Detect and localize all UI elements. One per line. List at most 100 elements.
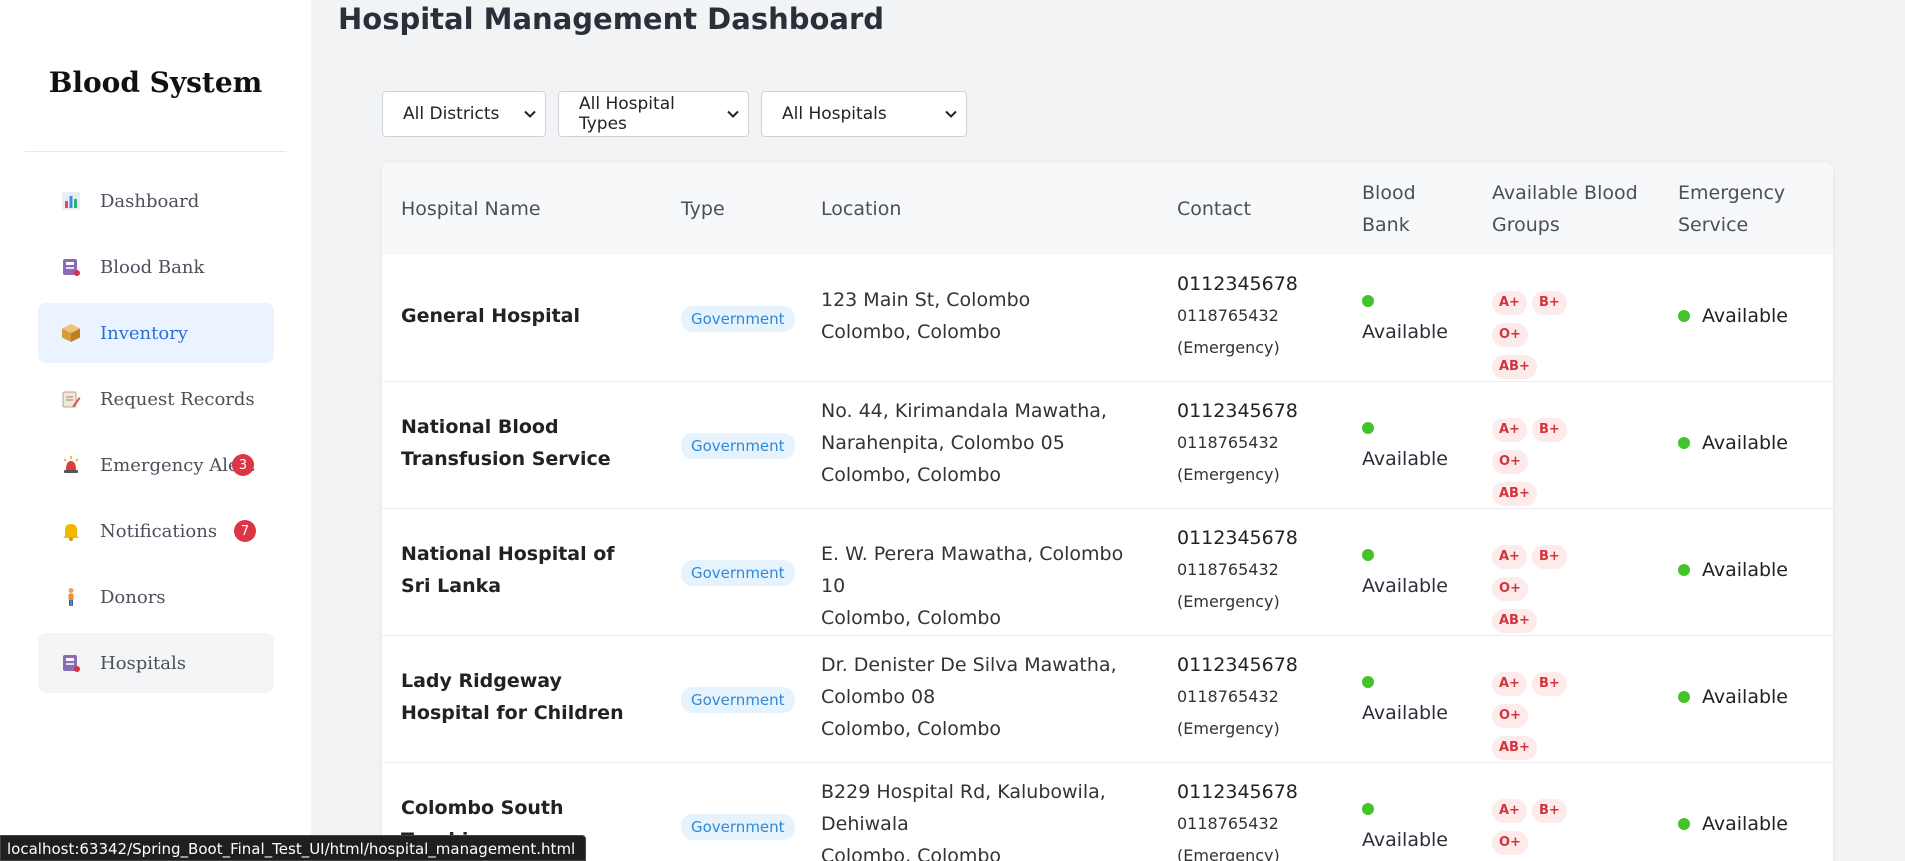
blood-group-pill: O+ bbox=[1492, 831, 1528, 855]
type-badge: Government bbox=[681, 687, 795, 713]
emergency-count-badge: 3 bbox=[232, 454, 254, 476]
contact-emergency-phone: 0118765432 bbox=[1177, 560, 1279, 579]
blood-bank-cell: Available bbox=[1362, 665, 1472, 729]
location-city: Colombo, Colombo bbox=[821, 607, 1002, 629]
table-row[interactable]: General Hospital Government 123 Main St, C… bbox=[382, 255, 1833, 382]
sidebar-item-label: Notifications bbox=[100, 520, 218, 542]
location-cell: E. W. Perera Mawatha, Colombo 10 Colombo,… bbox=[821, 538, 1151, 634]
sidebar: Blood System Dashboard Blood Bank Invent… bbox=[0, 0, 311, 861]
contact-emergency-phone: 0118765432 bbox=[1177, 306, 1279, 325]
emergency-service-status: Available bbox=[1702, 305, 1789, 327]
type-cell: Government bbox=[681, 556, 795, 588]
sidebar-item-notifications[interactable]: Notifications 7 bbox=[38, 501, 274, 561]
district-filter-select[interactable]: All Districts bbox=[382, 91, 546, 137]
sidebar-item-donors[interactable]: Donors bbox=[38, 567, 274, 627]
blood-group-pill: AB+ bbox=[1492, 609, 1537, 633]
emergency-service-cell: Available bbox=[1678, 554, 1788, 586]
sidebar-item-label: Request Records bbox=[100, 388, 255, 410]
status-dot-icon bbox=[1678, 310, 1690, 322]
blood-group-pill: B+ bbox=[1531, 799, 1567, 823]
blood-group-pill: B+ bbox=[1531, 672, 1567, 696]
sidebar-divider bbox=[25, 151, 286, 152]
table-row[interactable]: National Blood Transfusion Service Govern… bbox=[382, 382, 1833, 509]
emergency-service-status: Available bbox=[1702, 432, 1789, 454]
blood-group-pill: AB+ bbox=[1492, 736, 1537, 760]
table-header: Hospital Name Type Location Contact Bloo… bbox=[382, 162, 1833, 255]
table-body: General Hospital Government 123 Main St, C… bbox=[382, 255, 1833, 861]
contact-phone: 0112345678 bbox=[1177, 781, 1298, 803]
location-address: E. W. Perera Mawatha, Colombo 10 bbox=[821, 543, 1124, 597]
contact-phone: 0112345678 bbox=[1177, 654, 1298, 676]
location-cell: 123 Main St, Colombo Colombo, Colombo bbox=[821, 284, 1151, 348]
column-header-blood-groups: Available Blood Groups bbox=[1492, 181, 1638, 236]
sidebar-item-inventory[interactable]: Inventory bbox=[38, 303, 274, 363]
brand-title: Blood System bbox=[48, 66, 263, 99]
sidebar-item-hospitals[interactable]: Hospitals bbox=[38, 633, 274, 693]
table-row[interactable]: Colombo South TeachingGovernmentB229 Hos… bbox=[382, 763, 1833, 861]
hospital-name: National Hospital of Sri Lanka bbox=[401, 543, 615, 597]
blood-group-pill: A+ bbox=[1492, 291, 1527, 315]
contact-emergency-label: (Emergency) bbox=[1177, 719, 1280, 738]
blood-bank-status: Available bbox=[1362, 321, 1449, 343]
table-row[interactable]: Lady Ridgeway Hospital for Children Gover… bbox=[382, 636, 1833, 763]
clipboard-icon bbox=[60, 388, 82, 410]
blood-groups-cell: A+B+O+AB+ bbox=[1492, 538, 1612, 634]
box-icon bbox=[60, 322, 82, 344]
blood-group-pill: B+ bbox=[1531, 418, 1567, 442]
sidebar-item-request-records[interactable]: Request Records bbox=[38, 369, 274, 429]
blood-groups-cell: A+B+O+AB+ bbox=[1492, 792, 1612, 861]
status-dot-icon bbox=[1678, 818, 1690, 830]
location-city: Colombo, Colombo bbox=[821, 321, 1002, 343]
sidebar-item-label: Blood Bank bbox=[100, 256, 205, 278]
hospital-icon bbox=[60, 652, 82, 674]
location-city: Colombo, Colombo bbox=[821, 464, 1002, 486]
status-dot-icon bbox=[1362, 802, 1374, 815]
contact-cell: 0112345678 0118765432 (Emergency) bbox=[1177, 268, 1347, 364]
link-status-bar: localhost:63342/Spring_Boot_Final_Test_U… bbox=[0, 835, 587, 861]
type-badge: Government bbox=[681, 814, 795, 840]
contact-cell: 0112345678 0118765432 (Emergency) bbox=[1177, 522, 1347, 618]
blood-group-pill: AB+ bbox=[1492, 355, 1537, 379]
hospital-name: National Blood Transfusion Service bbox=[401, 416, 611, 470]
sidebar-item-blood-bank[interactable]: Blood Bank bbox=[38, 237, 274, 297]
contact-emergency-phone: 0118765432 bbox=[1177, 687, 1279, 706]
blood-bank-status: Available bbox=[1362, 575, 1449, 597]
chart-icon bbox=[60, 190, 82, 212]
contact-emergency-label: (Emergency) bbox=[1177, 338, 1280, 357]
blood-groups-cell: A+B+O+ AB+ bbox=[1492, 284, 1612, 380]
blood-bank-status: Available bbox=[1362, 702, 1449, 724]
district-filter-value: All Districts bbox=[403, 104, 500, 124]
blood-group-pill: A+ bbox=[1492, 545, 1527, 569]
chevron-down-icon bbox=[523, 107, 537, 121]
hospital-filter-select[interactable]: All Hospitals bbox=[761, 91, 967, 137]
blood-group-pill: O+ bbox=[1492, 577, 1528, 601]
blood-bank-cell: Available bbox=[1362, 538, 1472, 602]
sidebar-item-label: Inventory bbox=[100, 322, 188, 344]
hospital-type-filter-select[interactable]: All Hospital Types bbox=[558, 91, 749, 137]
filter-bar: All Districts All Hospital Types All Hos… bbox=[382, 91, 967, 137]
hospitals-table: Hospital Name Type Location Contact Bloo… bbox=[382, 162, 1833, 861]
table-row[interactable]: National Hospital of Sri Lanka Government… bbox=[382, 509, 1833, 636]
location-cell: B229 Hospital Rd, Kalubowila, Dehiwala Co… bbox=[821, 776, 1151, 861]
contact-phone: 0112345678 bbox=[1177, 527, 1298, 549]
blood-bank-cell: Available bbox=[1362, 411, 1472, 475]
blood-group-pill: O+ bbox=[1492, 450, 1528, 474]
person-icon bbox=[60, 586, 82, 608]
location-address: No. 44, Kirimandala Mawatha, Narahenpita… bbox=[821, 400, 1107, 454]
type-badge: Government bbox=[681, 560, 795, 586]
blood-group-pill: B+ bbox=[1531, 291, 1567, 315]
sidebar-item-emergency-alert[interactable]: Emergency Alert 3 bbox=[38, 435, 274, 495]
column-header-type: Type bbox=[681, 197, 725, 220]
status-dot-icon bbox=[1678, 691, 1690, 703]
contact-emergency-phone: 0118765432 bbox=[1177, 433, 1279, 452]
type-cell: Government bbox=[681, 810, 795, 842]
column-header-hospital-name: Hospital Name bbox=[401, 197, 541, 220]
hospital-filter-value: All Hospitals bbox=[782, 104, 887, 124]
sidebar-item-label: Dashboard bbox=[100, 190, 200, 212]
blood-group-pill: O+ bbox=[1492, 323, 1528, 347]
emergency-service-cell: Available bbox=[1678, 300, 1788, 332]
column-header-contact: Contact bbox=[1177, 197, 1251, 220]
sidebar-nav: Dashboard Blood Bank Inventory Request R… bbox=[38, 171, 274, 699]
sidebar-item-dashboard[interactable]: Dashboard bbox=[38, 171, 274, 231]
column-header-location: Location bbox=[821, 197, 902, 220]
